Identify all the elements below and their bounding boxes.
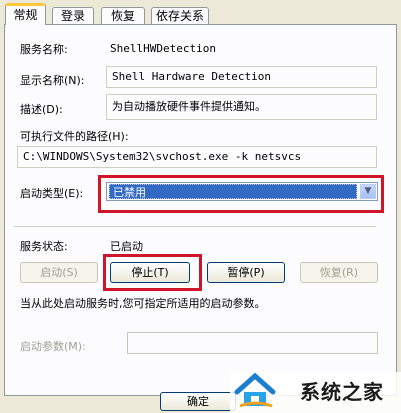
resume-button[interactable]: 恢复(R) (300, 262, 378, 283)
startup-type-select[interactable]: 已禁用 ▼ (106, 182, 378, 201)
tab-general[interactable]: 常规 (5, 3, 46, 25)
display-name-field[interactable]: Shell Hardware Detection (106, 66, 377, 88)
pause-button[interactable]: 暂停(P) (207, 262, 285, 283)
chevron-down-icon[interactable]: ▼ (360, 184, 376, 199)
start-params-hint: 当从此处启动服务时,您可指定所适用的启动参数。 (20, 297, 266, 310)
exe-path-label: 可执行文件的路径(H): (20, 130, 129, 143)
tab-logon[interactable]: 登录 (52, 7, 94, 24)
start-params-label: 启动参数(M): (20, 340, 86, 353)
tab-dependencies[interactable]: 依存关系 (151, 7, 209, 24)
service-name-label: 服务名称: (20, 43, 68, 56)
startup-type-label: 启动类型(E): (20, 187, 84, 200)
house-logo-icon (234, 372, 276, 408)
watermark-text: 系统之家 (300, 380, 384, 404)
ok-button[interactable]: 确定 (160, 392, 236, 411)
start-button[interactable]: 启动(S) (20, 262, 98, 283)
stop-button[interactable]: 停止(T) (110, 262, 190, 283)
display-name-label: 显示名称(N): (20, 74, 85, 87)
service-status-value: 已启动 (110, 240, 143, 253)
service-status-label: 服务状态: (20, 240, 68, 253)
divider (14, 226, 376, 227)
description-field[interactable]: 为自动播放硬件事件提供通知。 (106, 94, 377, 120)
startup-type-selected: 已禁用 (109, 184, 357, 199)
tab-recovery[interactable]: 恢复 (101, 7, 145, 24)
description-label: 描述(D): (20, 103, 63, 116)
start-params-input[interactable] (127, 332, 378, 354)
service-name-value: ShellHWDetection (110, 42, 216, 55)
exe-path-field: C:\WINDOWS\System32\svchost.exe -k netsv… (17, 146, 377, 168)
